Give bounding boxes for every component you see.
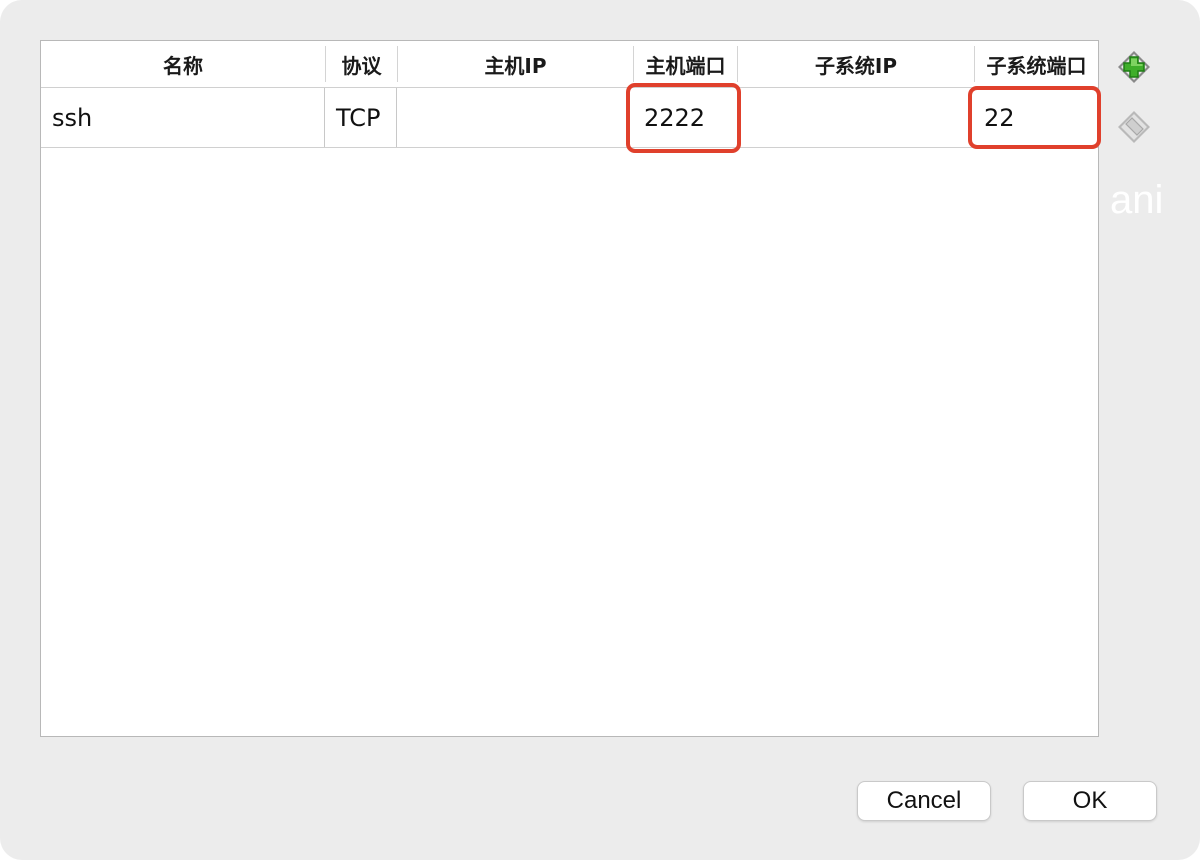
- cancel-button[interactable]: Cancel: [857, 781, 991, 821]
- cell-protocol[interactable]: TCP: [325, 88, 397, 147]
- column-header-name[interactable]: 名称: [41, 41, 325, 87]
- cell-host-ip[interactable]: [397, 88, 633, 147]
- column-header-guest-port[interactable]: 子系统端口: [975, 41, 1098, 87]
- column-header-protocol[interactable]: 协议: [326, 41, 397, 87]
- guest-port-highlight: [968, 86, 1101, 149]
- add-rule-button[interactable]: [1116, 49, 1152, 85]
- port-forwarding-table[interactable]: 名称 协议 主机IP 主机端口 子系统IP 子系统端口 ssh TCP 2222…: [40, 40, 1101, 737]
- column-header-host-port[interactable]: 主机端口: [634, 41, 737, 87]
- overlay-text: ani: [1110, 178, 1164, 222]
- column-header-guest-ip[interactable]: 子系统IP: [738, 41, 974, 87]
- table-row[interactable]: ssh TCP 2222 22: [41, 87, 1098, 148]
- cell-name[interactable]: ssh: [41, 88, 324, 147]
- remove-rule-icon: [1118, 111, 1150, 143]
- column-header-host-ip[interactable]: 主机IP: [398, 41, 633, 87]
- add-rule-icon: [1118, 51, 1150, 83]
- ok-button[interactable]: OK: [1023, 781, 1157, 821]
- cell-guest-ip[interactable]: [737, 88, 974, 147]
- port-forwarding-dialog: 名称 协议 主机IP 主机端口 子系统IP 子系统端口 ssh TCP 2222…: [0, 0, 1200, 860]
- host-port-highlight: [626, 83, 741, 153]
- remove-rule-button[interactable]: [1116, 109, 1152, 145]
